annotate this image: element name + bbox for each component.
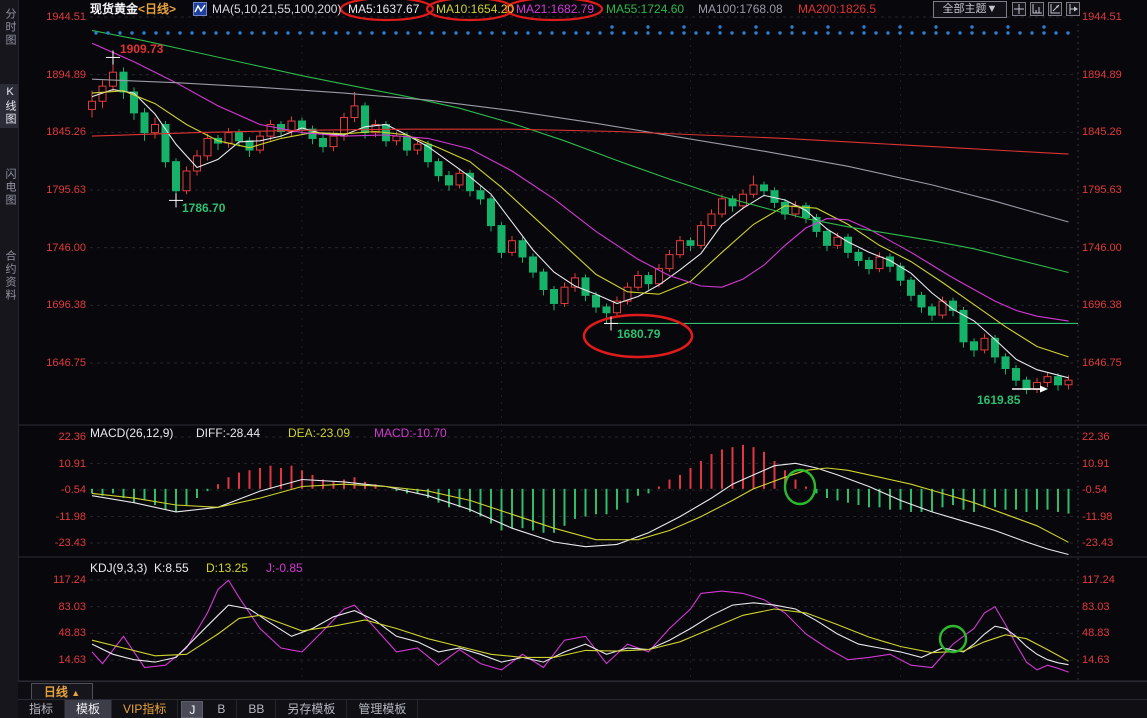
trading-terminal: 分时图 K线图闪电图合约资料 现货黄金<日线> MA(5,10,21,55,100…	[0, 0, 1147, 718]
y-axis-label: -23.43	[32, 537, 86, 549]
y-axis-label: 1845.26	[32, 126, 86, 138]
y-axis-label: 22.36	[1082, 431, 1110, 443]
tab-3[interactable]: VIP指标	[112, 700, 178, 718]
y-axis-label: 1845.26	[1082, 126, 1122, 138]
ma-settings-label: MA(5,10,21,55,100,200)	[212, 2, 341, 17]
annotation-last-low: 1619.85	[977, 393, 1020, 407]
ma-value-5: MA100:1768.08	[698, 2, 783, 17]
y-axis-scale-icon[interactable]	[1030, 2, 1044, 16]
macd-params: MACD(26,12,9)	[90, 426, 173, 440]
y-axis-label: 10.91	[1082, 458, 1110, 470]
tab-6[interactable]: BB	[237, 700, 276, 718]
ma-value-3: MA21:1682.79	[516, 2, 594, 17]
y-axis-label: 22.36	[32, 431, 86, 443]
green-circle-macd-cross	[785, 470, 815, 504]
sidebar-item-4[interactable]: 合约资料	[0, 248, 18, 304]
y-axis-label: 83.03	[32, 601, 86, 613]
auto-scale-icon[interactable]	[1048, 2, 1062, 16]
kdj-d_points	[92, 609, 1069, 661]
y-axis-label: -11.98	[1082, 511, 1112, 523]
period-tag: <日线>	[138, 2, 176, 16]
period-row: 日线 ▲	[18, 681, 1147, 700]
y-axis-label: 1894.89	[1082, 69, 1122, 81]
y-axis-label: 1746.00	[1082, 242, 1122, 254]
kdj-d-value: D:13.25	[206, 561, 248, 575]
y-axis-label: 1944.51	[1082, 11, 1122, 23]
y-axis-label: 1646.75	[32, 357, 86, 369]
y-axis-label: -0.54	[32, 484, 86, 496]
tab-7[interactable]: 另存模板	[276, 700, 347, 718]
macd-diff-value: DIFF:-28.44	[196, 426, 260, 440]
macd-value: MACD:-10.70	[374, 426, 447, 440]
arrow-marker	[1040, 386, 1048, 393]
y-axis-label: 10.91	[32, 458, 86, 470]
annotation-swing-low: 1786.70	[182, 201, 225, 215]
kdj-j-value: J:-0.85	[266, 561, 303, 575]
chart-type-icon	[193, 2, 207, 16]
shift-right-icon[interactable]	[1066, 2, 1080, 16]
tab-5[interactable]: B	[206, 700, 237, 718]
sidebar: 分时图 K线图闪电图合约资料	[0, 0, 19, 718]
y-axis-label: 48.83	[32, 627, 86, 639]
candlestick-series	[89, 57, 1073, 394]
y-axis-label: 1795.63	[32, 184, 86, 196]
analyst-annotations	[106, 0, 1048, 652]
ma-lines	[92, 30, 1069, 377]
kdj-params: KDJ(9,3,3)	[90, 561, 147, 575]
y-axis-label: 1944.51	[32, 11, 86, 23]
y-axis-label: -0.54	[1082, 484, 1107, 496]
instrument-title: 现货黄金<日线>	[90, 2, 176, 17]
y-axis-label: 1746.00	[32, 242, 86, 254]
y-axis-label: 1894.89	[32, 69, 86, 81]
macd-dea-value: DEA:-23.09	[288, 426, 350, 440]
y-axis-label: 117.24	[32, 574, 86, 586]
period-label: 日线	[44, 685, 68, 699]
green-circle-kdj-cross	[940, 626, 966, 652]
kdj-lines	[92, 580, 1069, 672]
dotted-marker-line	[94, 25, 1069, 34]
sidebar-item-3[interactable]: 闪电图	[0, 166, 18, 209]
sidebar-item-1[interactable]: 分时图	[0, 6, 18, 49]
y-axis-label: 1795.63	[1082, 184, 1122, 196]
y-axis-label: 1696.38	[1082, 299, 1122, 311]
y-axis-label: -23.43	[1082, 537, 1113, 549]
ma-value-6: MA200:1826.5	[798, 2, 876, 17]
ma-value-4: MA55:1724.60	[606, 2, 684, 17]
y-axis-label: 117.24	[1082, 574, 1115, 586]
y-axis-label: 1646.75	[1082, 357, 1122, 369]
period-arrow-icon: ▲	[71, 688, 80, 698]
kdj-k-value: K:8.55	[154, 561, 189, 575]
y-axis-label: 48.83	[1082, 627, 1110, 639]
tab-1[interactable]: 指标	[18, 700, 65, 718]
tab-4[interactable]: J	[181, 701, 203, 718]
theme-dropdown[interactable]: 全部主题▼	[933, 1, 1007, 18]
y-axis-label: 1696.38	[32, 299, 86, 311]
y-axis-label: 14.63	[1082, 654, 1110, 666]
crosshair-icon[interactable]	[1012, 2, 1026, 16]
instrument-name: 现货黄金	[90, 2, 138, 16]
macd-histogram	[92, 445, 1069, 533]
annotation-high-price: 1909.73	[120, 42, 163, 56]
y-axis-label: 83.03	[1082, 601, 1110, 613]
y-axis-label: 14.63	[32, 654, 86, 666]
sidebar-item-2[interactable]: K线图	[0, 84, 18, 128]
tab-2[interactable]: 模板	[65, 700, 112, 718]
kdj-j_points	[92, 580, 1069, 672]
ma-value-1: MA5:1637.67	[348, 2, 419, 17]
y-axis-label: -11.98	[32, 511, 86, 523]
chart-canvas[interactable]	[0, 0, 1147, 718]
bottom-tabbar: 指标模板VIP指标JBBB另存模板管理模板	[18, 699, 1147, 718]
ma-line-MA100	[92, 79, 1069, 222]
ma-line-MA55	[92, 30, 1069, 272]
tab-8[interactable]: 管理模板	[347, 700, 418, 718]
annotation-key-low: 1680.79	[617, 327, 660, 341]
ma-value-2: MA10:1654.20	[436, 2, 514, 17]
